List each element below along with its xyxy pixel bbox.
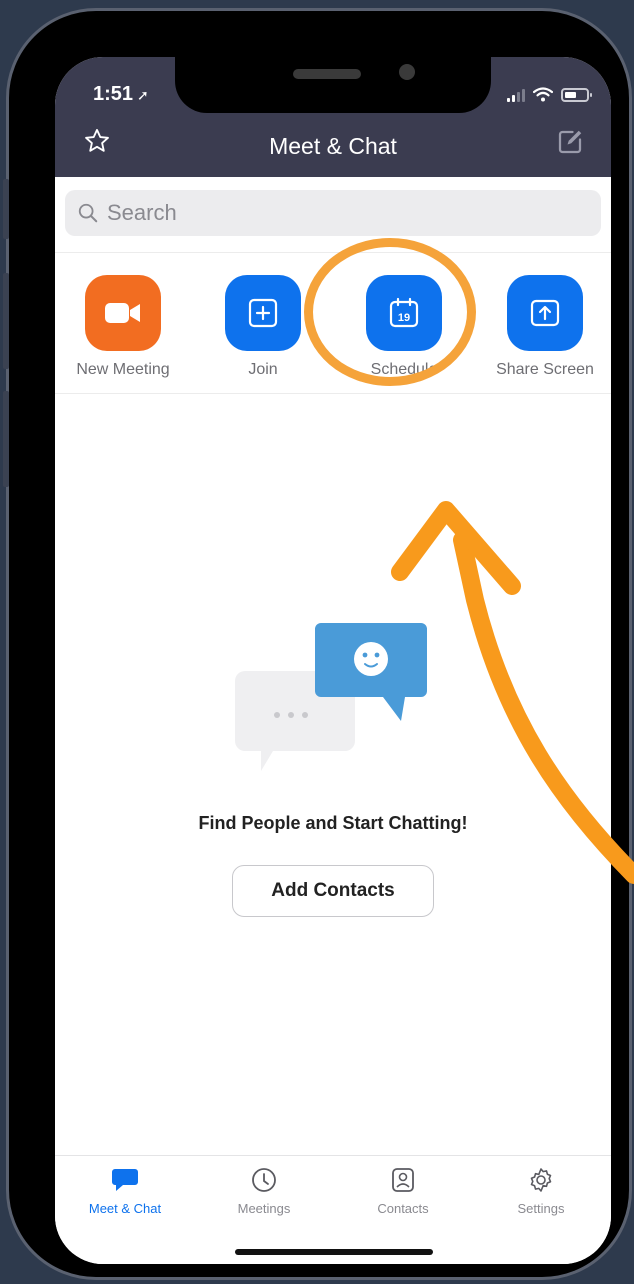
annotation-arrow-icon [391, 501, 634, 884]
